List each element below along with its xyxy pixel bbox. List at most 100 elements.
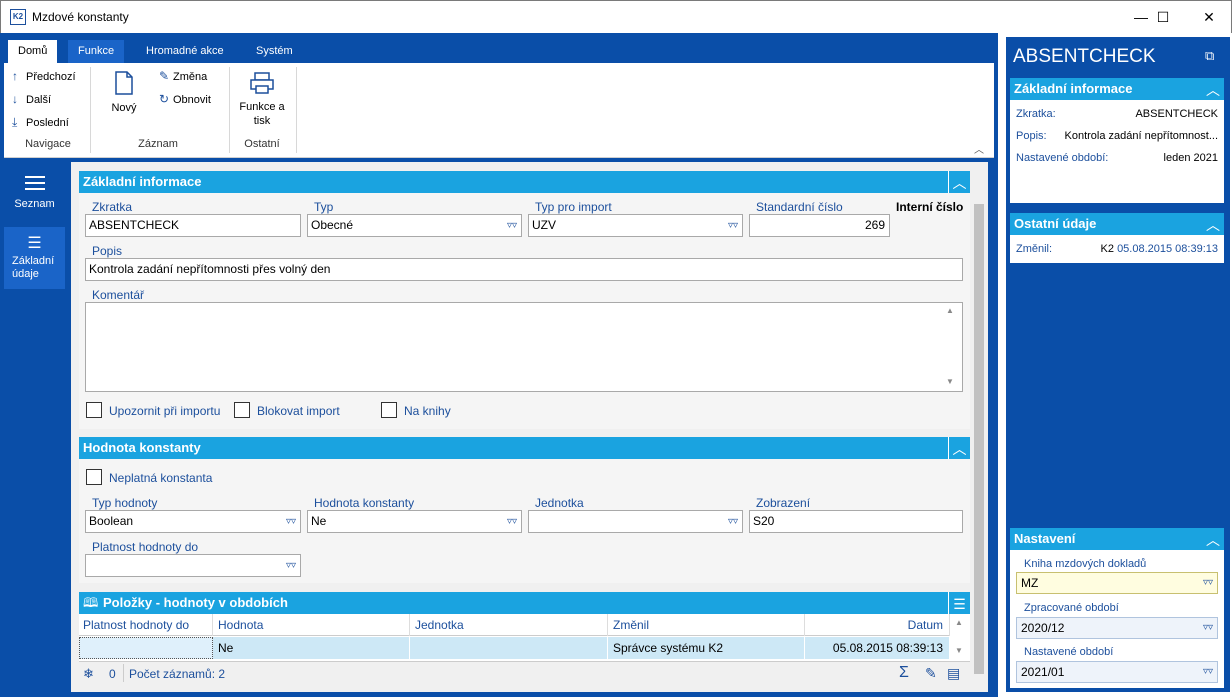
collapse-icon[interactable]: ︿ — [1202, 78, 1224, 100]
col-platnost[interactable]: Platnost hodnoty do — [79, 614, 213, 636]
collapse-ribbon-icon[interactable]: ︿ — [974, 141, 984, 156]
cell-jednotka[interactable] — [411, 637, 608, 659]
jednotka-select[interactable]: ▿▿ — [528, 510, 743, 533]
posledni-label: Poslední — [26, 117, 69, 129]
zakladni-section-title: Základní informace — [83, 174, 202, 189]
nav-seznam-label: Seznam — [14, 198, 55, 210]
scroll-down-icon[interactable]: ▼ — [946, 377, 954, 386]
detail-list-icon: ☰ — [27, 235, 42, 252]
dalsi-button[interactable]: ↓ Další — [12, 92, 51, 106]
hodnota-konstanty-value: Ne — [311, 514, 327, 528]
novy-label: Nový — [111, 102, 137, 114]
platnost-label: Platnost hodnoty do — [92, 540, 199, 554]
popout-icon[interactable]: ⧉ — [1205, 48, 1214, 64]
na-knihy-checkbox[interactable] — [381, 402, 397, 418]
zobrazeni-field[interactable]: S20 — [749, 510, 963, 533]
blokovat-checkbox[interactable] — [234, 402, 250, 418]
predchozi-button[interactable]: ↑ Předchozí — [12, 69, 76, 83]
splitter-handle[interactable]: ⋮ ⋮ — [999, 350, 1005, 370]
menu-icon[interactable]: ☰ — [948, 592, 970, 614]
obnovit-button[interactable]: ↻ Obnovit — [159, 92, 211, 106]
maximize-button[interactable]: ☐ — [1140, 1, 1186, 33]
funkce-tisk-button[interactable]: Funkce a tisk — [232, 71, 292, 128]
add-record-icon[interactable]: ▤ — [947, 665, 960, 682]
typ-hodnoty-label: Typ hodnoty — [92, 496, 158, 510]
dropdown-icon: ▿▿ — [727, 220, 738, 231]
content-scrollbar[interactable] — [972, 190, 986, 688]
typ-select[interactable]: Obecné ▿▿ — [307, 214, 522, 237]
arrow-last-icon: ⤓ — [12, 115, 18, 129]
col-datum[interactable]: Datum — [806, 614, 950, 636]
pencil-icon: ✎ — [159, 69, 170, 83]
printer-icon — [250, 72, 274, 94]
typ-import-value: UZV — [532, 218, 556, 232]
navigace-group-label: Navigace — [25, 138, 71, 150]
typ-value: Obecné — [311, 218, 354, 232]
footer-records: Počet záznamů: 2 — [129, 667, 226, 681]
komentar-textarea[interactable] — [85, 302, 963, 392]
pencil-icon[interactable]: ✎ — [925, 665, 937, 682]
close-button[interactable]: ✕ — [1186, 1, 1232, 33]
predchozi-label: Předchozí — [26, 71, 76, 83]
zmena-button[interactable]: ✎ Změna — [159, 69, 207, 83]
collapse-icon[interactable]: ︿ — [1202, 528, 1224, 550]
rp-zmenil-value: K2 05.08.2015 08:39:13 — [1101, 243, 1218, 255]
collapse-icon[interactable]: ︿ — [948, 437, 970, 459]
rp-obdobi-row: Nastavené období: leden 2021 — [1016, 152, 1218, 172]
nav-zakladni-udaje[interactable]: ☰ Základní údaje — [4, 227, 65, 289]
kniha-value: MZ — [1021, 576, 1039, 590]
platnost-select[interactable]: ▿▿ — [85, 554, 301, 577]
rp-obdobi-key: Nastavené období: — [1016, 152, 1109, 164]
dropdown-icon: ▿▿ — [1202, 666, 1213, 677]
nav-seznam[interactable]: Seznam — [4, 172, 65, 227]
scrollbar-thumb[interactable] — [974, 204, 984, 674]
hodnota-konstanty-select[interactable]: Ne ▿▿ — [307, 510, 522, 533]
cell-platnost[interactable] — [79, 637, 213, 659]
collapse-icon[interactable]: ︿ — [948, 171, 970, 193]
typ-hodnoty-select[interactable]: Boolean ▿▿ — [85, 510, 301, 533]
posledni-button[interactable]: ⤓ Poslední — [12, 115, 69, 130]
snowflake-icon[interactable]: ❄ — [83, 666, 94, 682]
ribbon-separator — [296, 67, 297, 153]
rp-zmenil-row: Změnil: K2 05.08.2015 08:39:13 — [1016, 243, 1218, 263]
ostatni-group-label: Ostatní — [244, 138, 280, 150]
obnovit-label: Obnovit — [173, 94, 211, 106]
typ-hodnoty-value: Boolean — [89, 514, 134, 528]
rp-zakladni-header: Základní informace ︿ — [1010, 78, 1224, 100]
cell-zmenil[interactable]: Správce systému K2 — [609, 637, 805, 659]
tab-funkce[interactable]: Funkce — [68, 40, 125, 63]
novy-button[interactable]: Nový — [104, 71, 144, 114]
neplatna-checkbox[interactable] — [86, 469, 102, 485]
rp-obdobi-value: leden 2021 — [1163, 152, 1218, 164]
tab-domu[interactable]: Domů — [8, 40, 58, 63]
col-hodnota[interactable]: Hodnota — [214, 614, 410, 636]
col-zmenil[interactable]: Změnil — [609, 614, 805, 636]
tab-system[interactable]: Systém — [246, 40, 303, 63]
std-cislo-field[interactable]: 269 — [749, 214, 890, 237]
cell-datum[interactable]: 05.08.2015 08:39:13 — [806, 637, 950, 659]
rp-zkratka-value: ABSENTCHECK — [1135, 108, 1218, 120]
popis-field[interactable]: Kontrola zadání nepřítomnosti přes volný… — [85, 258, 963, 281]
dropdown-icon: ▿▿ — [1202, 577, 1213, 588]
hodnota-section-title: Hodnota konstanty — [83, 440, 201, 455]
scroll-up-icon[interactable]: ▲ — [946, 306, 954, 315]
komentar-label: Komentář — [92, 288, 145, 302]
dropdown-icon: ▿▿ — [506, 220, 517, 231]
zkratka-field[interactable]: ABSENTCHECK — [85, 214, 301, 237]
grid-scroll-down-icon[interactable]: ▼ — [955, 646, 963, 655]
zaznam-group-label: Záznam — [138, 138, 178, 150]
typ-import-select[interactable]: UZV ▿▿ — [528, 214, 743, 237]
cell-hodnota[interactable]: Ne — [214, 637, 410, 659]
zpracovane-select[interactable]: 2020/12 ▿▿ — [1016, 617, 1218, 639]
nastavene-select[interactable]: 2021/01 ▿▿ — [1016, 661, 1218, 683]
zakladni-section-header: Základní informace ︿ — [79, 171, 970, 193]
kniha-select[interactable]: MZ ▿▿ — [1016, 572, 1218, 594]
col-jednotka[interactable]: Jednotka — [411, 614, 608, 636]
upozornit-checkbox[interactable] — [86, 402, 102, 418]
tab-hromadne-akce[interactable]: Hromadné akce — [136, 40, 234, 63]
sum-icon[interactable]: Σ — [899, 664, 909, 682]
collapse-icon[interactable]: ︿ — [1202, 213, 1224, 235]
grid-scroll-up-icon[interactable]: ▲ — [955, 618, 963, 627]
dropdown-icon: ▿▿ — [506, 516, 517, 527]
table-row[interactable]: Ne Správce systému K2 05.08.2015 08:39:1… — [79, 637, 950, 659]
